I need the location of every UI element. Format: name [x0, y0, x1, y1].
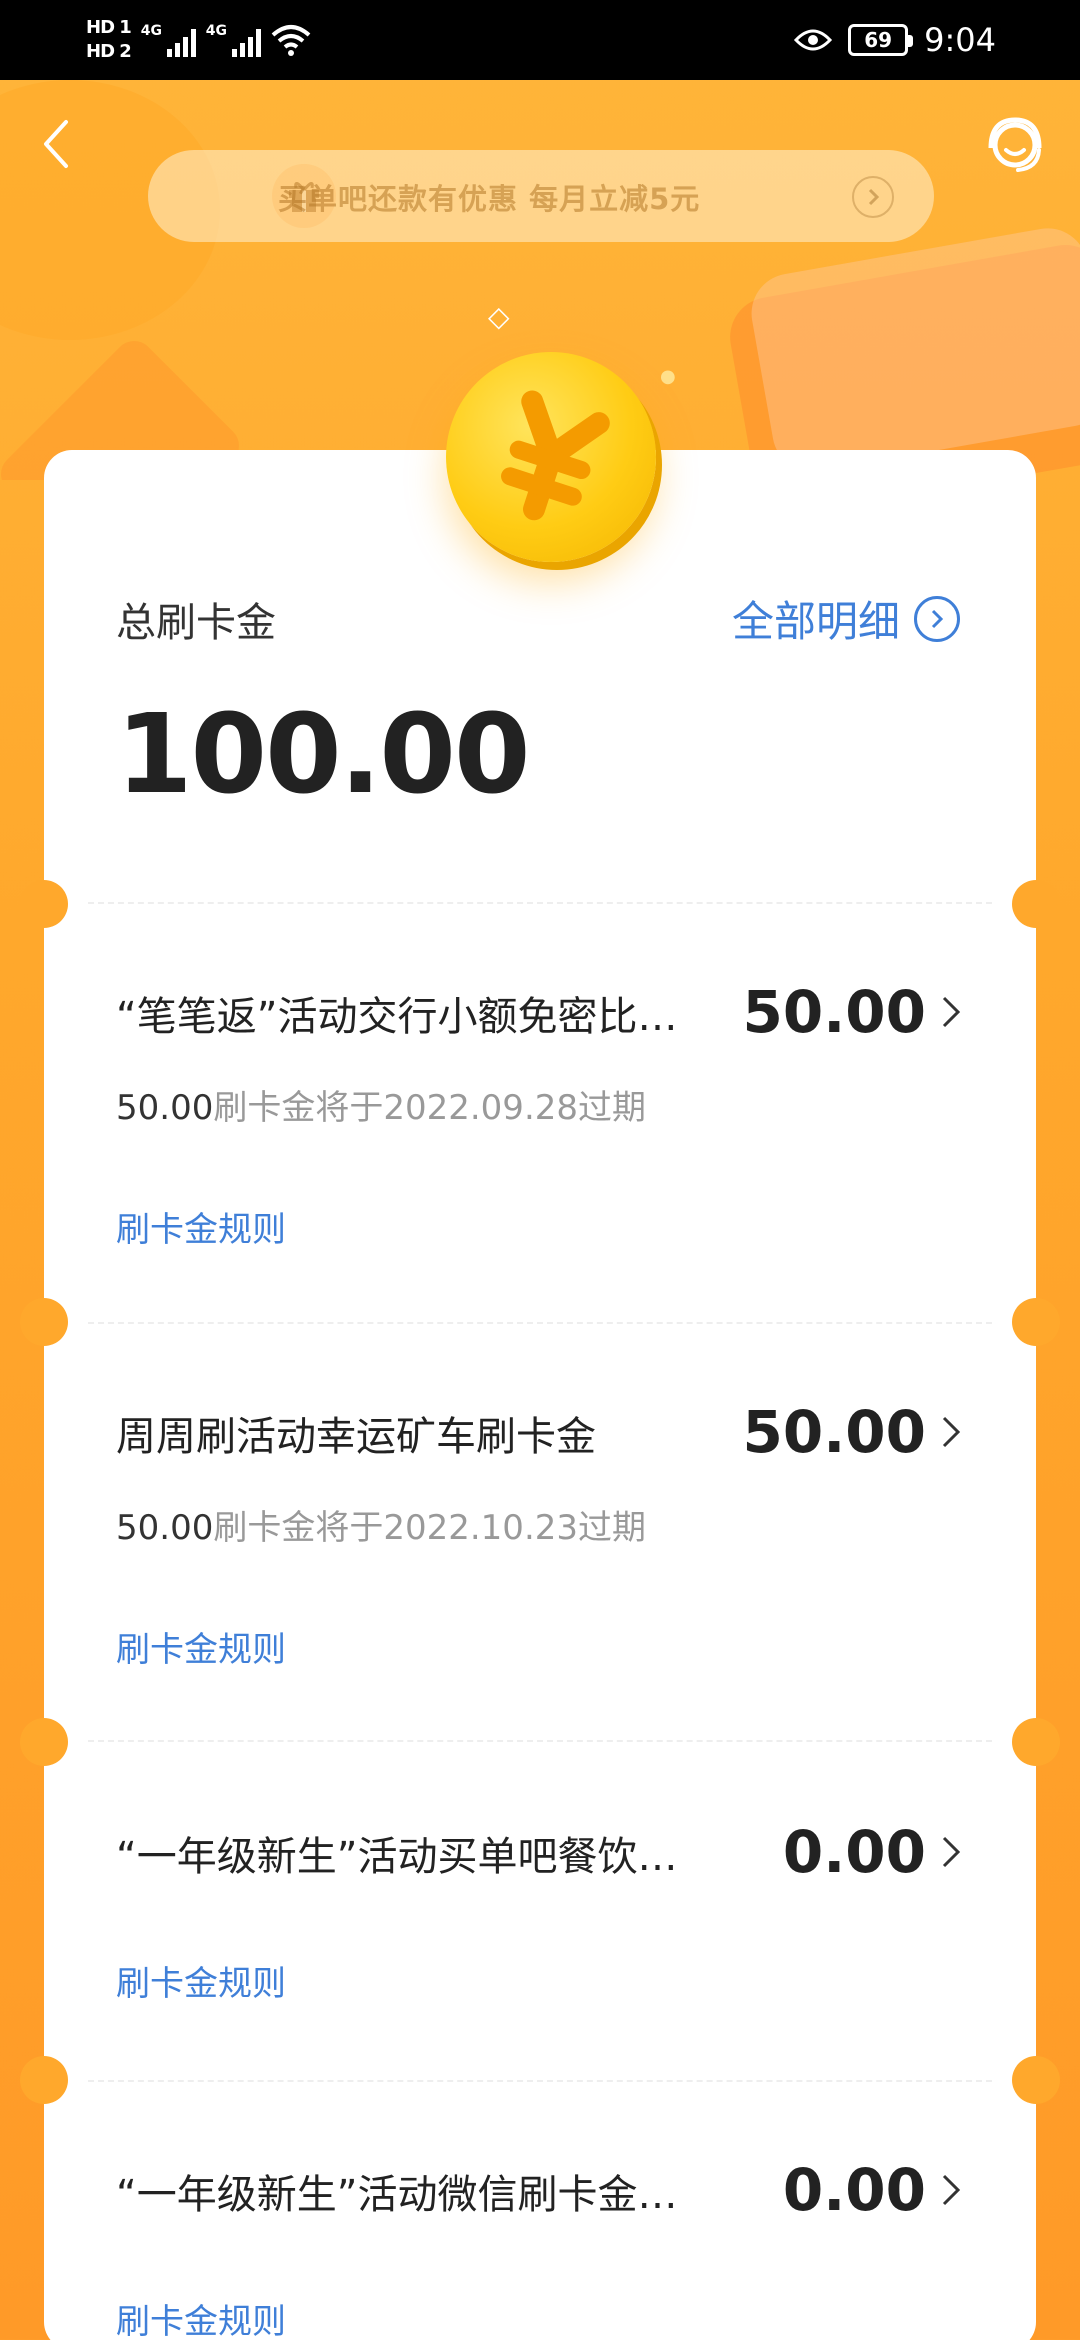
- sim1-hd-label: HD 1: [86, 17, 132, 38]
- list-item[interactable]: “一年级新生”活动买单吧餐饮… 0.00 刷卡金规则: [44, 1818, 1036, 2084]
- chevron-right-icon: [942, 1416, 961, 1448]
- clock: 9:04: [924, 21, 996, 59]
- promo-text: 买单吧还款有优惠 每月立减5元: [278, 182, 701, 216]
- chevron-right-icon: [942, 2174, 961, 2206]
- sparkle-icon: ●: [660, 366, 676, 387]
- customer-service-icon[interactable]: [982, 112, 1048, 178]
- ticket-notch: [1012, 1718, 1060, 1766]
- divider: [88, 1740, 992, 1742]
- all-details-label: 全部明细: [731, 597, 900, 646]
- list-item[interactable]: “笔笔返”活动交行小额免密比… 50.00 50.00刷卡金将于2022.09.…: [44, 978, 1036, 1344]
- list-item[interactable]: 周周刷活动幸运矿车刷卡金 50.00 50.00刷卡金将于2022.10.23过…: [44, 1398, 1036, 1764]
- total-amount: 100.00: [116, 690, 530, 818]
- eye-icon: [794, 29, 833, 51]
- ticket-notch: [20, 2056, 68, 2104]
- status-bar: HD 1 HD 2 4G 4G 69 9:04: [0, 0, 1080, 80]
- card-rules-link[interactable]: 刷卡金规则: [116, 2294, 286, 2340]
- card-rules-link[interactable]: 刷卡金规则: [116, 1622, 286, 1671]
- yuan-coin-icon: [446, 352, 656, 562]
- back-arrow-icon[interactable]: [36, 114, 76, 174]
- divider: [88, 2080, 992, 2082]
- ticket-notch: [20, 1718, 68, 1766]
- item-amount: 0.00: [782, 2156, 926, 2224]
- item-title: “一年级新生”活动微信刷卡金…: [116, 2172, 678, 2218]
- divider: [88, 902, 992, 904]
- item-title: 周周刷活动幸运矿车刷卡金: [116, 1414, 596, 1460]
- promo-banner[interactable]: 买单吧还款有优惠 每月立减5元: [148, 150, 934, 242]
- card-balance-card: 总刷卡金 全部明细 100.00 “笔笔返”活动交行小额免密比… 50.00 5…: [20, 450, 1060, 2340]
- sim2-hd-label: HD 2: [86, 41, 132, 62]
- sparkle-icon: ◇: [488, 300, 510, 333]
- ticket-notch: [1012, 880, 1060, 928]
- divider: [88, 1322, 992, 1324]
- ticket-notch: [20, 880, 68, 928]
- item-expiry: 50.00刷卡金将于2022.09.28过期: [116, 1088, 647, 1128]
- chevron-right-circle-icon: [852, 176, 894, 218]
- ticket-notch: [1012, 2056, 1060, 2104]
- battery-level: 69: [864, 28, 893, 52]
- total-label: 总刷卡金: [116, 600, 276, 646]
- item-amount: 50.00: [742, 978, 926, 1046]
- ticket-notch: [1012, 1298, 1060, 1346]
- item-title: “一年级新生”活动买单吧餐饮…: [116, 1834, 678, 1880]
- chevron-right-icon: [942, 996, 961, 1028]
- ticket-notch: [20, 1298, 68, 1346]
- card-rules-link[interactable]: 刷卡金规则: [116, 1202, 286, 1251]
- signal-icon: 4G: [206, 23, 261, 57]
- item-expiry: 50.00刷卡金将于2022.10.23过期: [116, 1508, 647, 1548]
- battery-icon: 69: [848, 24, 914, 56]
- wifi-icon: [271, 25, 311, 56]
- card-rules-link[interactable]: 刷卡金规则: [116, 1956, 286, 2005]
- item-title: “笔笔返”活动交行小额免密比…: [116, 994, 678, 1040]
- chevron-right-icon: [942, 1836, 961, 1868]
- chevron-right-circle-icon: [914, 595, 960, 642]
- list-item[interactable]: “一年级新生”活动微信刷卡金… 0.00 刷卡金规则: [44, 2156, 1036, 2340]
- all-details-link[interactable]: 全部明细: [732, 588, 960, 649]
- item-amount: 0.00: [782, 1818, 926, 1886]
- signal-icon: 4G: [141, 23, 196, 57]
- item-amount: 50.00: [742, 1398, 926, 1466]
